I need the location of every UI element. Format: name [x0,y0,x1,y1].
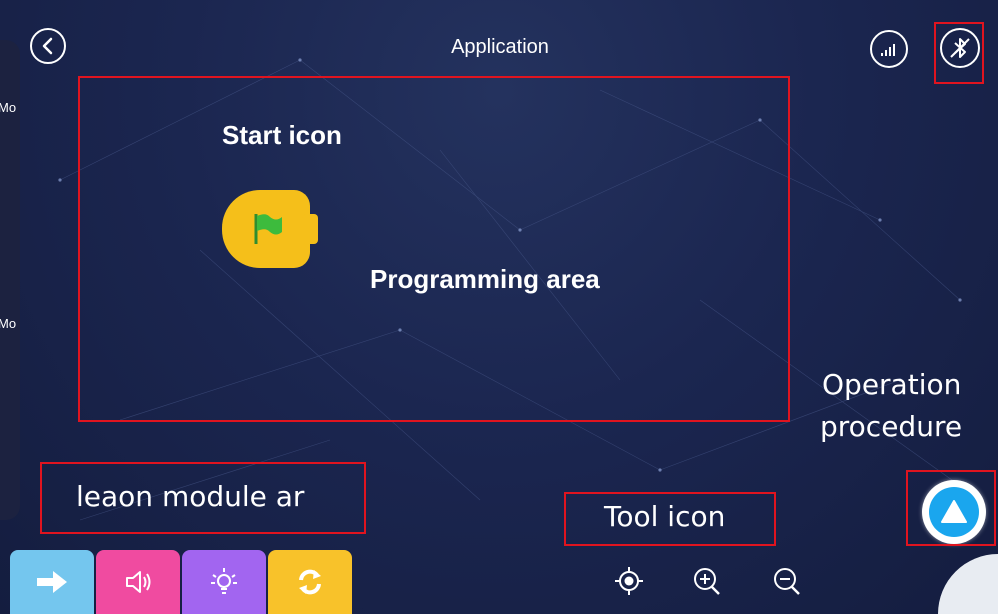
loop-icon [299,569,321,595]
corner-decoration [938,554,998,614]
zoom-in-icon [694,568,720,595]
start-icon-label: Start icon [222,120,342,150]
chevron-left-icon [42,37,53,55]
start-block[interactable] [222,190,318,268]
programming-area-highlight-box [78,76,790,422]
center-view-button[interactable] [614,566,644,596]
operation-label-line1: Operation [822,368,962,401]
module-tab-control[interactable] [268,550,352,614]
locate-icon [615,567,643,595]
programming-area-label: Programming area [370,264,600,294]
signal-strength-icon [881,44,895,56]
zoom-in-button[interactable] [692,566,722,596]
page-title: Application [451,36,549,58]
back-button[interactable] [30,28,66,64]
zoom-out-button[interactable] [772,566,802,596]
green-flag-icon [254,214,282,244]
lightbulb-icon [211,568,237,594]
arrow-right-icon [37,571,67,593]
zoom-out-icon [774,568,800,595]
left-panel-item[interactable]: Mo [0,100,16,115]
signal-button[interactable] [870,30,908,68]
module-area-label: leaon module ar [76,480,305,513]
module-tab-sound[interactable] [96,550,180,614]
tool-icon-label: Tool icon [604,500,726,533]
bluetooth-highlight-box [934,22,984,84]
speaker-icon [126,571,151,593]
left-panel-item[interactable]: Mo [0,316,16,331]
operation-label-line2: procedure [820,410,963,443]
module-tab-light[interactable] [182,550,266,614]
module-tab-motion[interactable] [10,550,94,614]
run-button-highlight-box [906,470,996,546]
